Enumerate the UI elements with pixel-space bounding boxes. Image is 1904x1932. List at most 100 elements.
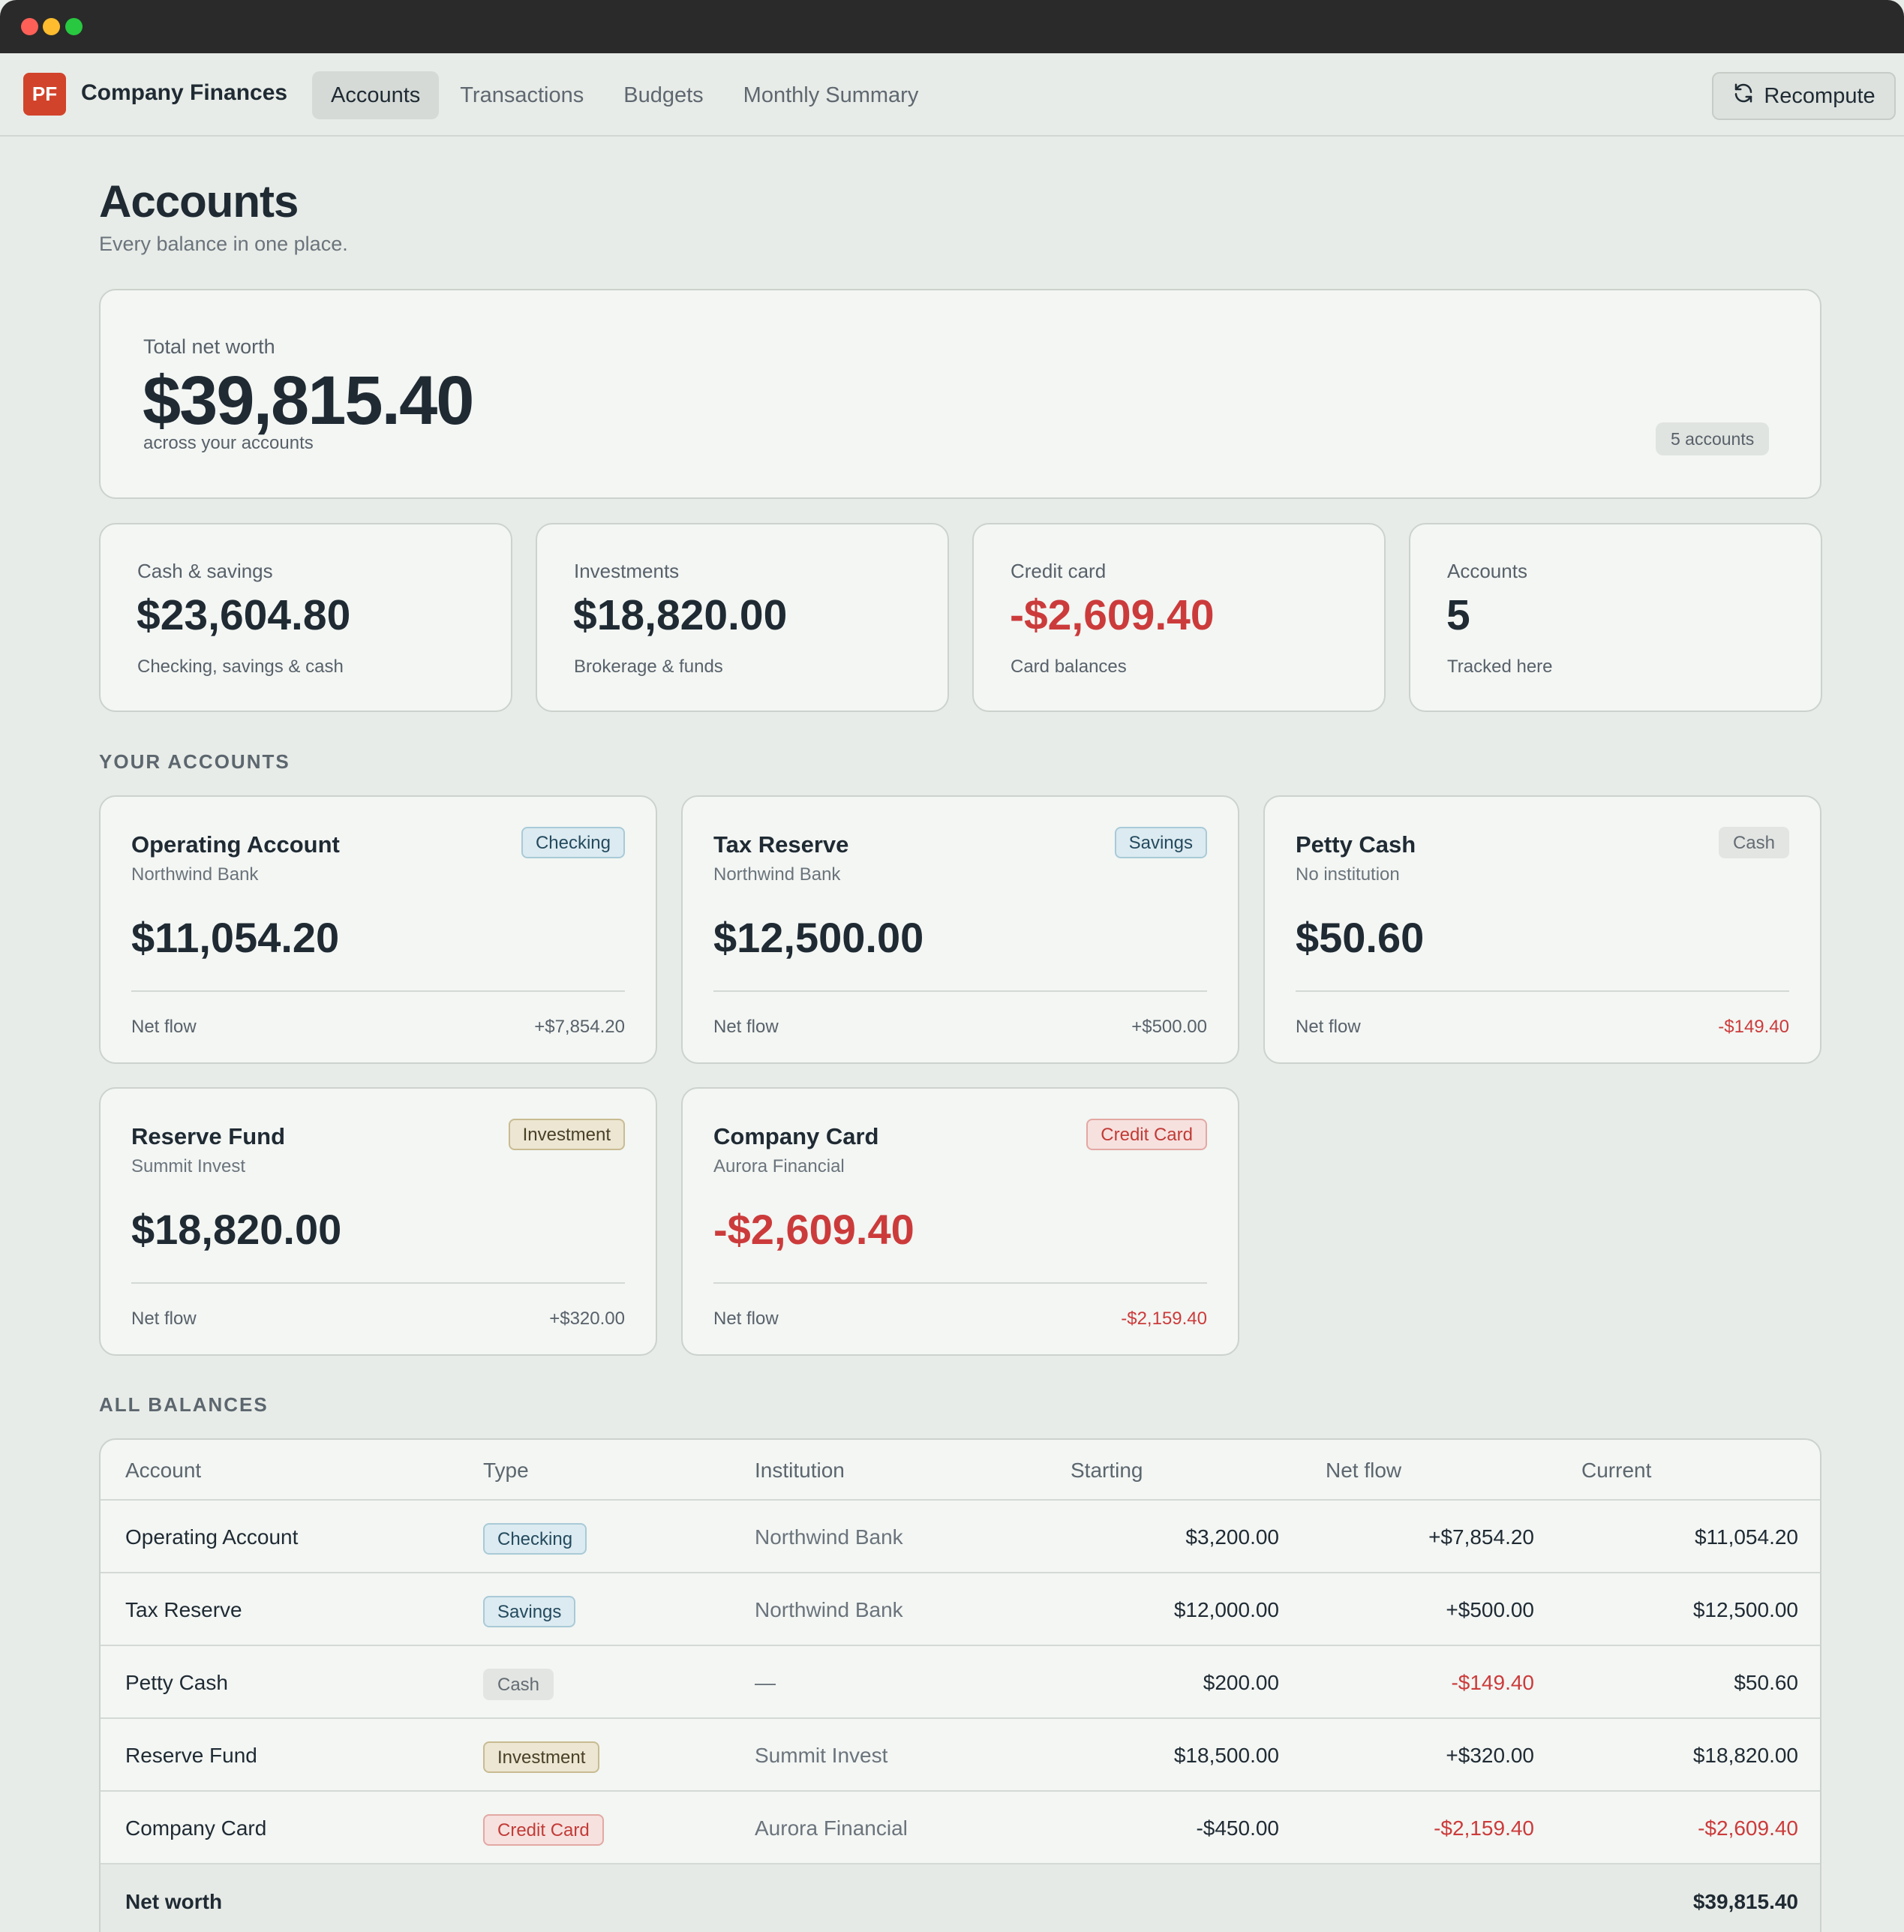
table-row[interactable]: Tax Reserve Savings Northwind Bank $12,0… — [101, 1573, 1820, 1646]
recompute-label: Recompute — [1764, 83, 1875, 108]
cell-current: $50.60 — [1734, 1671, 1798, 1694]
stat-card-cash-savings: Cash & savings $23,604.80 Checking, savi… — [99, 523, 512, 712]
net-flow-value: +$7,854.20 — [534, 1017, 625, 1037]
cell-starting: $3,200.00 — [1185, 1525, 1279, 1549]
net-flow-label: Net flow — [131, 1309, 197, 1329]
column-header-institution: Institution — [755, 1459, 845, 1482]
window-titlebar — [0, 0, 1904, 53]
table-header-row: Account Type Institution Starting Net fl… — [101, 1440, 1820, 1501]
cell-account: Reserve Fund — [125, 1744, 257, 1767]
cell-type: Credit Card — [483, 1792, 604, 1864]
account-balance: $18,820.00 — [131, 1206, 342, 1253]
column-header-type: Type — [483, 1459, 529, 1482]
cell-net-flow: -$2,159.40 — [1434, 1816, 1534, 1840]
maximize-window-button[interactable] — [65, 18, 83, 35]
account-name: Tax Reserve — [713, 831, 849, 858]
account-name: Company Card — [713, 1123, 879, 1149]
recompute-button[interactable]: Recompute — [1712, 72, 1896, 120]
type-badge: Savings — [483, 1595, 576, 1627]
section-heading-all-balances: ALL BALANCES — [99, 1393, 269, 1416]
account-balance: $50.60 — [1296, 914, 1425, 961]
stat-sub: Checking, savings & cash — [137, 657, 344, 677]
account-type-badge: Investment — [508, 1119, 625, 1150]
net-worth-value: $39,815.40 — [143, 362, 474, 439]
table-row[interactable]: Petty Cash Cash — $200.00 -$149.40 $50.6… — [101, 1646, 1820, 1719]
minimize-window-button[interactable] — [43, 18, 60, 35]
table-row[interactable]: Operating Account Checking Northwind Ban… — [101, 1501, 1820, 1573]
table-footer-row: Net worth $39,815.40 — [101, 1864, 1820, 1932]
stat-value: 5 — [1446, 591, 1470, 639]
cell-institution: Aurora Financial — [755, 1816, 908, 1840]
divider — [131, 990, 625, 992]
account-name: Operating Account — [131, 831, 340, 858]
account-count-badge: 5 accounts — [1656, 422, 1770, 455]
account-institution: No institution — [1296, 864, 1400, 885]
stat-sub: Brokerage & funds — [574, 657, 723, 677]
account-card-tax-reserve[interactable]: Tax Reserve Savings Northwind Bank $12,5… — [681, 795, 1239, 1064]
account-type-badge: Checking — [521, 827, 625, 858]
section-heading-your-accounts: YOUR ACCOUNTS — [99, 750, 290, 773]
column-header-net-flow: Net flow — [1326, 1459, 1402, 1482]
tab-accounts[interactable]: Accounts — [312, 71, 440, 119]
stat-sub: Tracked here — [1447, 657, 1553, 677]
account-type-badge: Cash — [1718, 827, 1789, 858]
account-card-petty-cash[interactable]: Petty Cash Cash No institution $50.60 Ne… — [1263, 795, 1821, 1064]
app-header: PF Company Finances Accounts Transaction… — [0, 53, 1904, 137]
cell-current: $18,820.00 — [1692, 1744, 1798, 1767]
stat-label: Credit card — [1011, 560, 1107, 582]
stat-card-investments: Investments $18,820.00 Brokerage & funds — [536, 523, 949, 712]
account-card-reserve-fund[interactable]: Reserve Fund Investment Summit Invest $1… — [99, 1087, 657, 1356]
cell-net-flow: +$500.00 — [1446, 1598, 1534, 1621]
net-flow-label: Net flow — [713, 1017, 779, 1037]
net-worth-total-value: $39,815.40 — [1692, 1890, 1798, 1913]
cell-current: -$2,609.40 — [1698, 1816, 1798, 1840]
cell-starting: $18,500.00 — [1173, 1744, 1279, 1767]
tab-monthly-summary[interactable]: Monthly Summary — [725, 71, 938, 119]
stat-sub: Card balances — [1011, 657, 1127, 677]
cell-institution: Northwind Bank — [755, 1525, 903, 1549]
net-worth-sub: across your accounts — [143, 433, 314, 453]
net-worth-label: Total net worth — [143, 335, 275, 358]
net-flow-value: -$2,159.40 — [1121, 1309, 1207, 1329]
cell-current: $11,054.20 — [1694, 1525, 1798, 1549]
net-flow-value: -$149.40 — [1718, 1017, 1789, 1037]
divider — [1296, 990, 1789, 992]
cell-starting: $200.00 — [1203, 1671, 1279, 1694]
table-row[interactable]: Reserve Fund Investment Summit Invest $1… — [101, 1719, 1820, 1792]
tab-transactions[interactable]: Transactions — [441, 71, 602, 119]
stat-label: Investments — [574, 560, 680, 582]
cell-type: Savings — [483, 1573, 576, 1646]
tab-budgets[interactable]: Budgets — [605, 71, 722, 119]
account-institution: Summit Invest — [131, 1156, 246, 1176]
account-institution: Aurora Financial — [713, 1156, 845, 1176]
stat-label: Cash & savings — [137, 560, 273, 582]
app-name: Company Finances — [81, 80, 288, 105]
divider — [713, 990, 1207, 992]
account-card-company-card[interactable]: Company Card Credit Card Aurora Financia… — [681, 1087, 1239, 1356]
account-balance: $12,500.00 — [713, 914, 924, 961]
cell-net-flow: +$7,854.20 — [1428, 1525, 1534, 1549]
cell-account: Company Card — [125, 1816, 267, 1840]
cell-account: Petty Cash — [125, 1671, 228, 1694]
net-flow-label: Net flow — [131, 1017, 197, 1037]
type-badge: Checking — [483, 1522, 587, 1555]
cell-starting: -$450.00 — [1196, 1816, 1279, 1840]
divider — [713, 1282, 1207, 1284]
account-type-badge: Credit Card — [1086, 1119, 1207, 1150]
stat-card-accounts: Accounts 5 Tracked here — [1409, 523, 1822, 712]
account-balance: $11,054.20 — [131, 914, 340, 961]
account-name: Reserve Fund — [131, 1123, 286, 1149]
cell-net-flow: +$320.00 — [1446, 1744, 1534, 1767]
balances-table: Account Type Institution Starting Net fl… — [99, 1438, 1821, 1932]
net-worth-card: Total net worth $39,815.40 across your a… — [99, 289, 1821, 499]
stat-card-credit-card: Credit card -$2,609.40 Card balances — [972, 523, 1386, 712]
stat-value: $18,820.00 — [573, 591, 788, 639]
account-card-operating-account[interactable]: Operating Account Checking Northwind Ban… — [99, 795, 657, 1064]
table-row[interactable]: Company Card Credit Card Aurora Financia… — [101, 1792, 1820, 1864]
account-institution: Northwind Bank — [713, 864, 841, 885]
cell-type: Investment — [483, 1719, 600, 1792]
column-header-current: Current — [1581, 1459, 1652, 1482]
cell-account: Tax Reserve — [125, 1598, 242, 1621]
cell-type: Cash — [483, 1646, 554, 1719]
close-window-button[interactable] — [21, 18, 38, 35]
